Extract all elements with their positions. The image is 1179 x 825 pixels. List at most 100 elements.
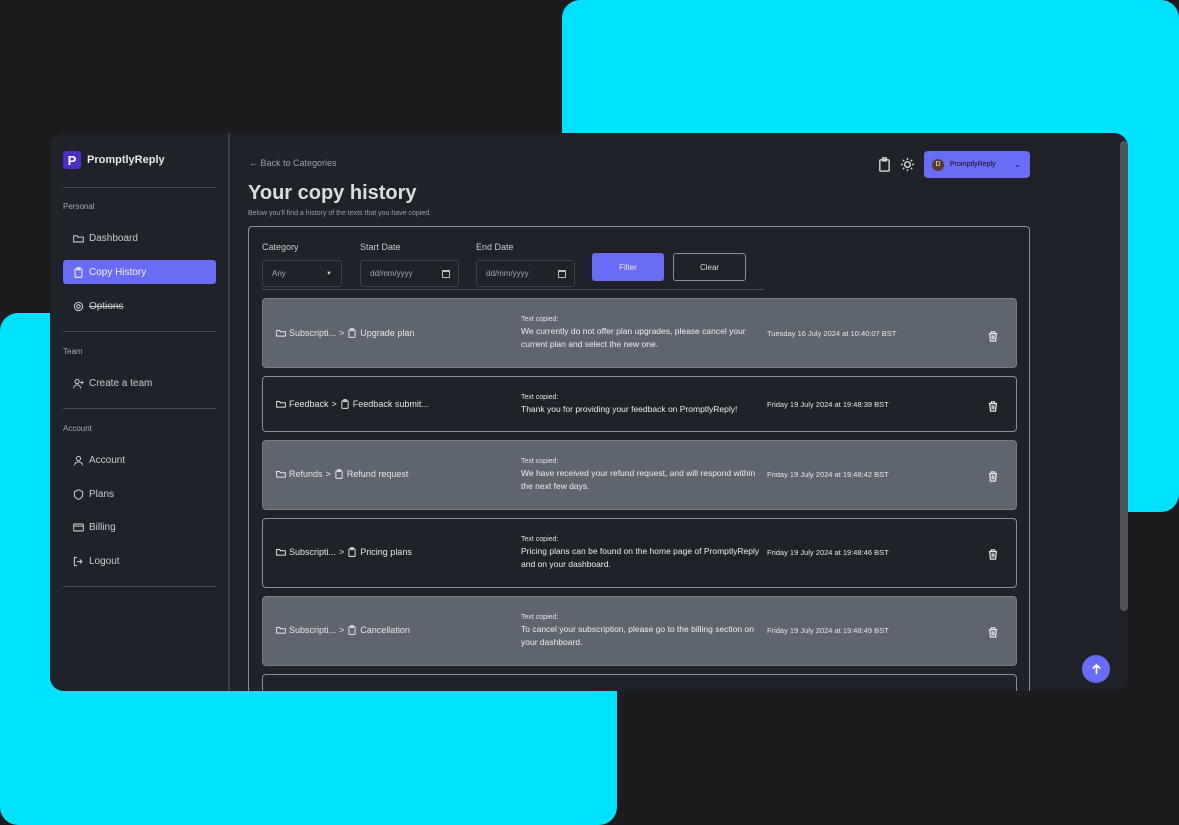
path-separator: >: [339, 625, 345, 635]
section-label-account: Account: [63, 424, 92, 433]
sidebar-item-dashboard[interactable]: Dashboard: [63, 226, 216, 250]
clipboard-icon: [341, 399, 349, 409]
delete-button[interactable]: [988, 469, 998, 482]
folder-icon: [73, 234, 84, 242]
clipboard-icon: [348, 328, 356, 338]
category-select[interactable]: Any ▼: [262, 260, 342, 287]
row-item: Pricing plans: [360, 547, 412, 557]
delete-button[interactable]: [988, 547, 998, 560]
text-copied-label: Text copied:: [521, 394, 559, 401]
history-panel: Category Any ▼ Start Date dd/mm/yyyy End…: [248, 226, 1030, 691]
row-path: Subscripti... > Cancellation: [276, 625, 410, 635]
sidebar-item-label: Billing: [89, 521, 116, 533]
row-category: Subscripti...: [289, 328, 337, 338]
trash-icon: [988, 549, 998, 560]
row-category: Subscripti...: [289, 625, 337, 635]
clear-button[interactable]: Clear: [673, 253, 746, 281]
history-row[interactable]: [262, 674, 1017, 691]
trash-icon: [988, 627, 998, 638]
row-category: Subscripti...: [289, 547, 337, 557]
row-copied-text: Text copied: Pricing plans can be found …: [521, 534, 761, 571]
clipboard-icon[interactable]: [877, 157, 892, 172]
history-row[interactable]: Feedback > Feedback submit... Text copie…: [262, 376, 1017, 432]
logout-icon: [73, 556, 83, 566]
sidebar-item-label: Account: [89, 454, 126, 466]
row-path: Subscripti... > Pricing plans: [276, 547, 412, 557]
history-row[interactable]: Subscripti... > Upgrade plan Text copied…: [262, 298, 1017, 368]
row-date: Friday 19 July 2024 at 19:48:46 BST: [767, 548, 889, 557]
calendar-icon[interactable]: [558, 270, 566, 278]
row-path: Subscripti... > Upgrade plan: [276, 328, 414, 338]
category-label: Category: [262, 242, 299, 252]
end-date-input[interactable]: dd/mm/yyyy: [476, 260, 575, 287]
sidebar-item-billing[interactable]: Billing: [63, 515, 216, 539]
path-separator: >: [339, 547, 345, 557]
sidebar-item-label: Create a team: [89, 377, 153, 389]
brand[interactable]: P PromptlyReply: [63, 151, 165, 169]
arrow-up-icon: [1091, 663, 1101, 674]
start-date-label: Start Date: [360, 242, 401, 252]
delete-button[interactable]: [988, 625, 998, 638]
row-date: Friday 19 July 2024 at 19:48:39 BST: [767, 400, 889, 409]
section-label-team: Team: [63, 347, 83, 356]
text-copied-label: Text copied:: [521, 536, 559, 543]
sidebar-divider: [63, 187, 216, 188]
history-row[interactable]: Subscripti... > Pricing plans Text copie…: [262, 518, 1017, 588]
clipboard-icon: [335, 469, 343, 479]
folder-icon: [276, 549, 286, 556]
sidebar-item-plans[interactable]: Plans: [63, 482, 216, 506]
header-icons: [877, 157, 923, 172]
trash-icon: [988, 401, 998, 412]
scrollbar[interactable]: [1120, 141, 1128, 611]
back-to-categories-link[interactable]: ← Back to Categories: [249, 158, 337, 168]
app-window: P PromptlyReply Personal Dashboard Copy …: [50, 133, 1128, 691]
page-title: Your copy history: [248, 182, 417, 204]
scroll-to-top-button[interactable]: [1082, 655, 1110, 683]
user-name: PromptlyReply: [950, 161, 996, 168]
text-copied-label: Text copied:: [521, 458, 559, 465]
row-text: We have received your refund request, an…: [521, 468, 756, 491]
sidebar-item-logout[interactable]: Logout: [63, 549, 216, 573]
sidebar-item-account[interactable]: Account: [63, 448, 216, 472]
row-path: Refunds > Refund request: [276, 469, 408, 479]
history-row[interactable]: Refunds > Refund request Text copied: We…: [262, 440, 1017, 510]
delete-button[interactable]: [988, 329, 998, 342]
sidebar: P PromptlyReply Personal Dashboard Copy …: [50, 133, 230, 691]
sidebar-item-label: Dashboard: [89, 232, 138, 244]
clipboard-icon: [348, 625, 356, 635]
path-separator: >: [339, 328, 345, 338]
user-menu-button[interactable]: D PromptlyReply ⌄: [924, 151, 1030, 178]
end-date-label: End Date: [476, 242, 514, 252]
path-separator: >: [331, 399, 337, 409]
calendar-icon[interactable]: [442, 270, 450, 278]
sidebar-item-label: Options: [89, 300, 124, 312]
sidebar-item-label: Logout: [89, 555, 120, 567]
clipboard-icon: [348, 547, 356, 557]
sidebar-item-label: Plans: [89, 488, 115, 500]
gear-icon: [73, 301, 84, 311]
delete-button[interactable]: [988, 399, 998, 412]
filter-divider: [262, 289, 765, 290]
sidebar-item-options[interactable]: Options: [63, 294, 216, 318]
category-value: Any: [272, 269, 286, 278]
folder-icon: [276, 627, 286, 634]
sidebar-item-label: Copy History: [89, 266, 147, 278]
row-category: Feedback: [289, 399, 329, 409]
sidebar-divider: [63, 408, 216, 409]
row-text: We currently do not offer plan upgrades,…: [521, 326, 746, 349]
row-item: Refund request: [346, 469, 409, 479]
row-category: Refunds: [289, 469, 323, 479]
start-date-input[interactable]: dd/mm/yyyy: [360, 260, 459, 287]
history-row[interactable]: Subscripti... > Cancellation Text copied…: [262, 596, 1017, 666]
row-text: Thank you for providing your feedback on…: [521, 404, 738, 414]
trash-icon: [988, 471, 998, 482]
path-separator: >: [325, 469, 331, 479]
caret-down-icon: ▼: [326, 271, 332, 277]
row-date: Friday 19 July 2024 at 19:48:42 BST: [767, 470, 889, 479]
folder-icon: [276, 401, 286, 408]
sidebar-divider: [63, 331, 216, 332]
sidebar-item-copy-history[interactable]: Copy History: [63, 260, 216, 284]
sun-icon[interactable]: [900, 157, 915, 172]
filter-button[interactable]: Filter: [592, 253, 664, 281]
sidebar-item-create-team[interactable]: Create a team: [63, 371, 216, 395]
